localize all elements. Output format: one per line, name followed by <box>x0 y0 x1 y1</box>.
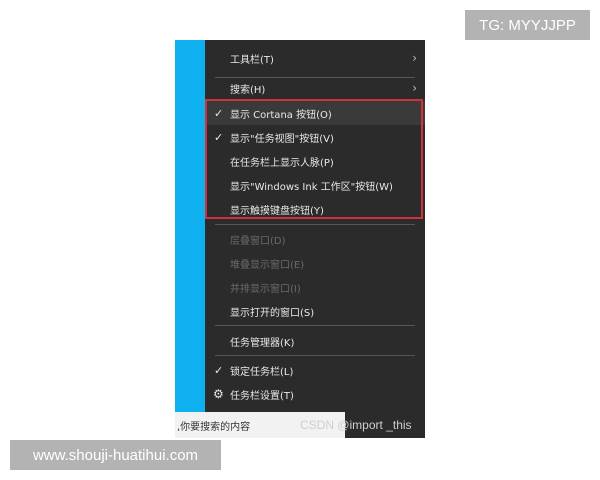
menu-item-show-cortana[interactable]: ✓ 显示 Cortana 按钮(O) <box>205 101 425 125</box>
menu-item-cascade-windows[interactable]: 层叠窗口(D) <box>205 227 425 251</box>
menu-item-label: 锁定任务栏(L) <box>230 366 294 378</box>
menu-item-toolbars[interactable]: 工具栏(T) › <box>205 46 425 70</box>
watermark-csdn: CSDN @import _this <box>300 418 412 432</box>
menu-separator <box>215 325 415 326</box>
menu-item-label: 显示"Windows Ink 工作区"按钮(W) <box>230 181 393 193</box>
gear-icon: ⚙ <box>213 387 224 401</box>
menu-item-label: 工具栏(T) <box>230 54 274 66</box>
search-placeholder: ,你要搜索的内容 <box>177 421 251 433</box>
menu-item-taskbar-settings[interactable]: ⚙ 任务栏设置(T) <box>205 382 425 406</box>
menu-item-label: 显示 Cortana 按钮(O) <box>230 109 332 121</box>
menu-item-show-task-view[interactable]: ✓ 显示"任务视图"按钮(V) <box>205 125 425 149</box>
menu-item-show-touch-keyboard[interactable]: 显示触摸键盘按钮(Y) <box>205 197 425 221</box>
checkmark-icon: ✓ <box>214 363 224 377</box>
menu-item-label: 堆叠显示窗口(E) <box>230 259 305 271</box>
menu-item-label: 并排显示窗口(I) <box>230 283 301 295</box>
chevron-right-icon: › <box>412 81 417 95</box>
menu-item-label: 在任务栏上显示人脉(P) <box>230 157 334 169</box>
checkmark-icon: ✓ <box>214 106 224 120</box>
menu-item-label: 任务栏设置(T) <box>230 390 294 402</box>
menu-item-label: 搜索(H) <box>230 84 266 96</box>
menu-item-stack-windows[interactable]: 堆叠显示窗口(E) <box>205 251 425 275</box>
watermark-tg: TG: MYYJJPP <box>465 10 590 40</box>
watermark-site: www.shouji-huatihui.com <box>10 440 221 470</box>
menu-item-label: 任务管理器(K) <box>230 337 295 349</box>
menu-item-side-by-side[interactable]: 并排显示窗口(I) <box>205 275 425 299</box>
taskbar-context-menu: 工具栏(T) › 搜索(H) › ✓ 显示 Cortana 按钮(O) ✓ 显示… <box>205 40 425 412</box>
menu-separator <box>215 355 415 356</box>
menu-separator <box>215 224 415 225</box>
checkmark-icon: ✓ <box>214 130 224 144</box>
chevron-right-icon: › <box>412 51 417 65</box>
desktop-background <box>175 40 207 412</box>
menu-item-search[interactable]: 搜索(H) › <box>205 76 425 100</box>
menu-item-label: 层叠窗口(D) <box>230 235 286 247</box>
menu-item-label: 显示触摸键盘按钮(Y) <box>230 205 324 217</box>
menu-item-label: 显示"任务视图"按钮(V) <box>230 133 334 145</box>
menu-item-task-manager[interactable]: 任务管理器(K) <box>205 329 425 353</box>
menu-item-label: 显示打开的窗口(S) <box>230 307 315 319</box>
menu-item-show-desktop[interactable]: 显示打开的窗口(S) <box>205 299 425 323</box>
menu-item-lock-taskbar[interactable]: ✓ 锁定任务栏(L) <box>205 358 425 382</box>
menu-item-show-windows-ink[interactable]: 显示"Windows Ink 工作区"按钮(W) <box>205 173 425 197</box>
menu-item-show-people[interactable]: 在任务栏上显示人脉(P) <box>205 149 425 173</box>
